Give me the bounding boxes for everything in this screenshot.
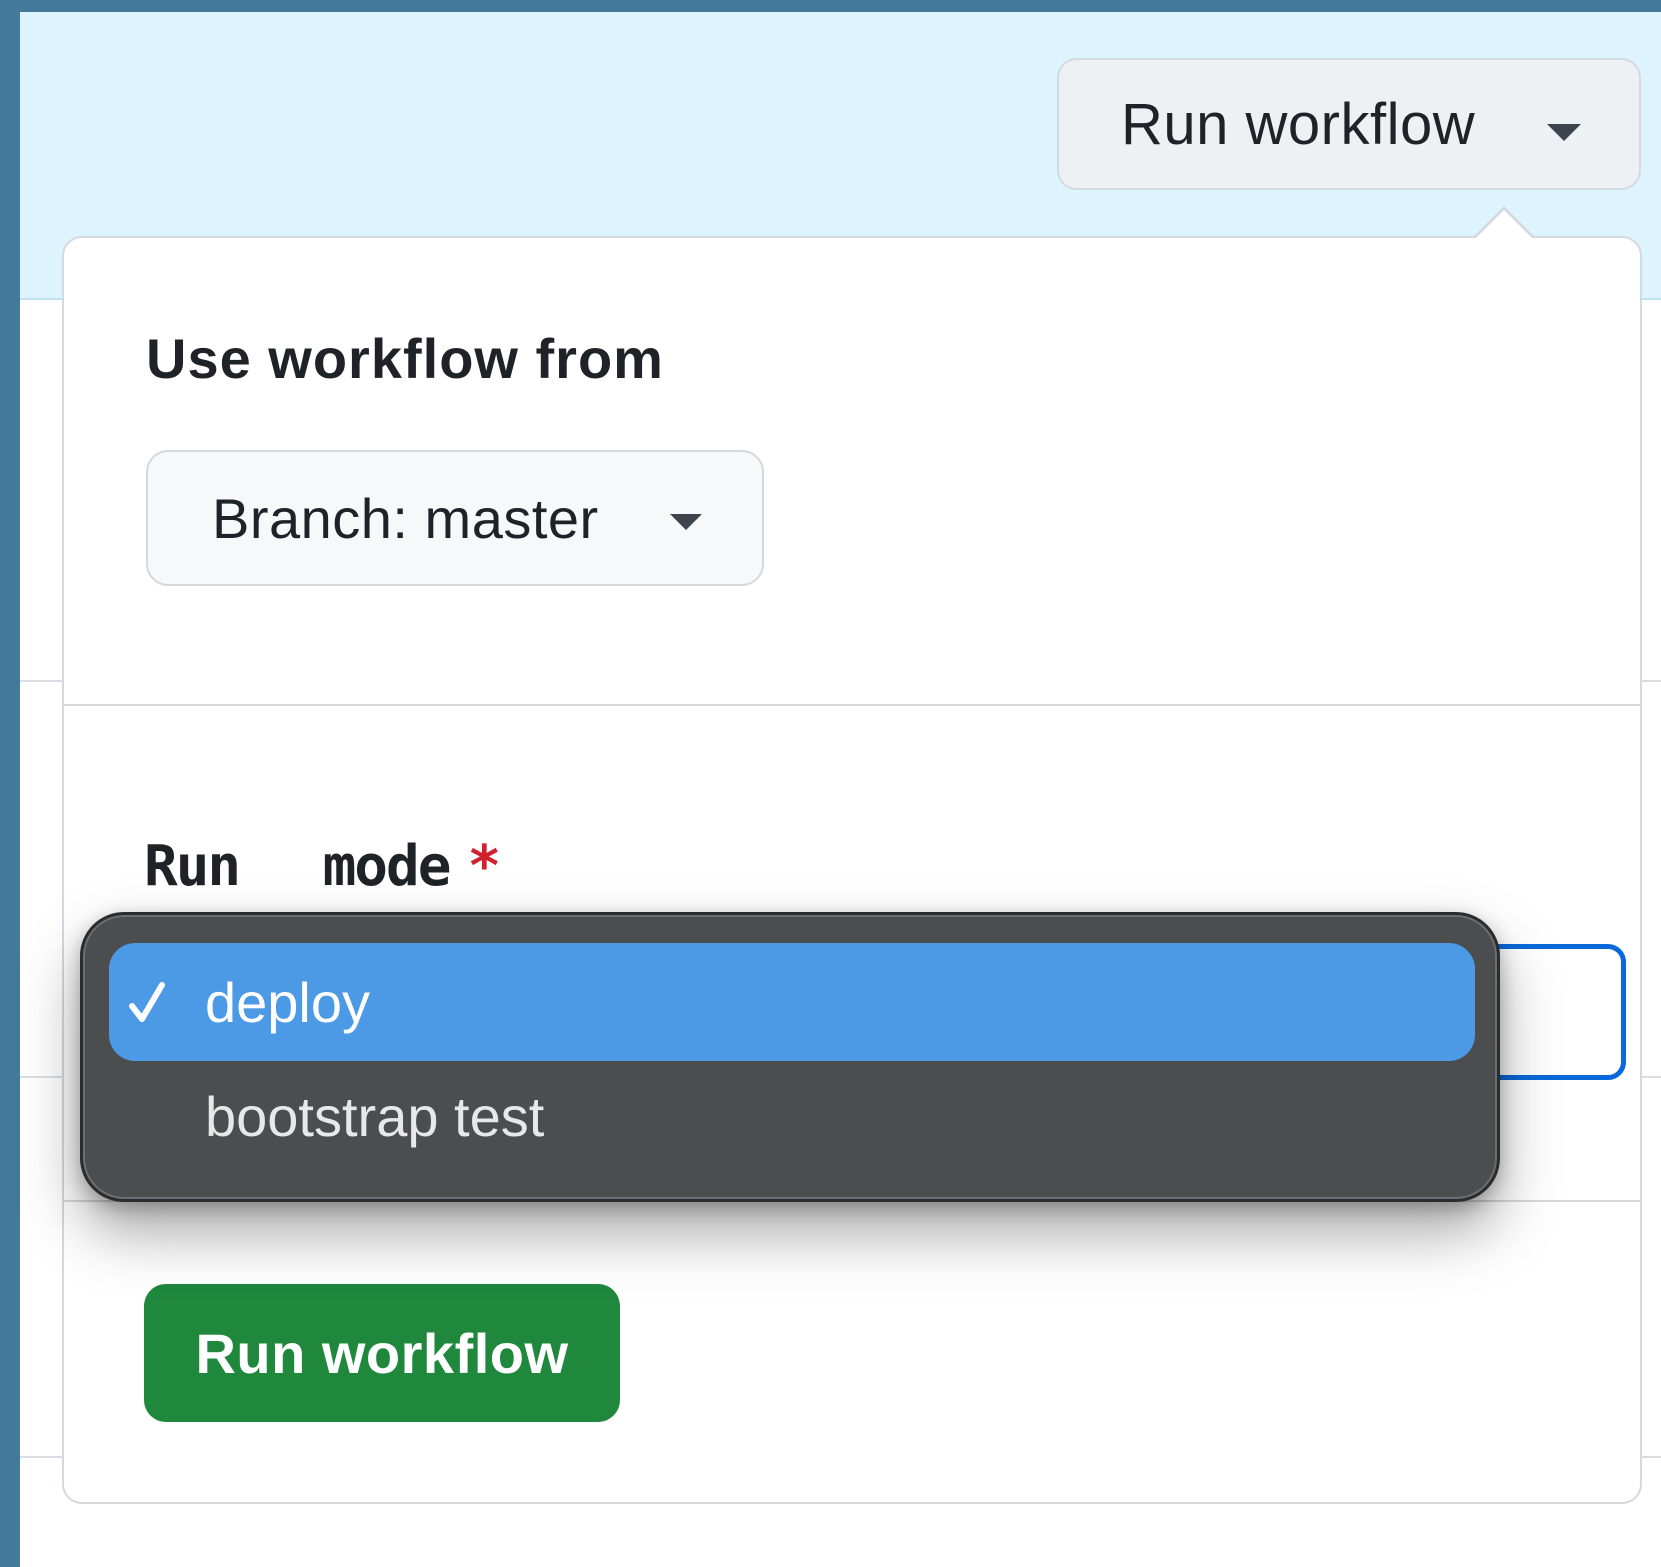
- run-workflow-dropdown-button[interactable]: Run workflow: [1057, 58, 1641, 190]
- branch-select-button[interactable]: Branch: master: [146, 450, 764, 586]
- run-mode-label: Run mode *: [144, 834, 501, 899]
- required-mark: *: [467, 834, 501, 899]
- run-mode-label-text: Run mode: [144, 834, 451, 899]
- run-workflow-popover: Use workflow from Branch: master Run mod…: [62, 236, 1642, 1504]
- dropdown-option-label: bootstrap test: [205, 1084, 545, 1148]
- checkmark-icon: [129, 982, 165, 1022]
- dropdown-option-label: deploy: [205, 970, 371, 1034]
- section-divider: [64, 704, 1640, 706]
- dropdown-option-deploy[interactable]: deploy: [109, 943, 1475, 1061]
- run-mode-dropdown-menu: deploy bootstrap test: [80, 912, 1500, 1202]
- run-workflow-dropdown-label: Run workflow: [1121, 91, 1476, 157]
- popover-pointer: [1475, 210, 1533, 239]
- dropdown-option-bootstrap-test[interactable]: bootstrap test: [109, 1057, 1475, 1175]
- chevron-down-icon: [670, 514, 702, 530]
- chevron-down-icon: [1547, 124, 1581, 141]
- run-workflow-submit-button[interactable]: Run workflow: [144, 1284, 620, 1422]
- branch-select-label: Branch: master: [212, 486, 599, 550]
- use-workflow-from-label: Use workflow from: [146, 327, 664, 390]
